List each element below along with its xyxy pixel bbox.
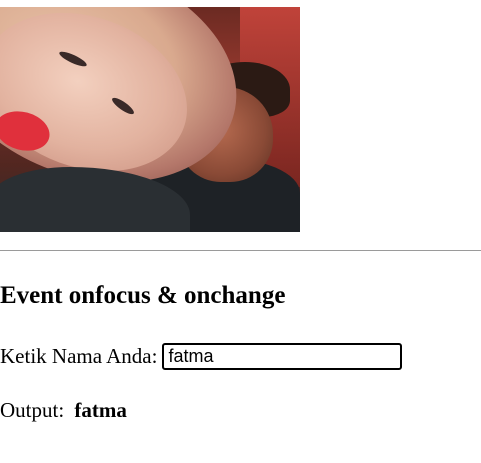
name-input-row: Ketik Nama Anda:: [0, 340, 403, 373]
horizontal-rule: [0, 250, 481, 251]
name-input-label: Ketik Nama Anda:: [0, 344, 158, 368]
photo: [0, 7, 300, 232]
output-value: fatma: [74, 398, 127, 422]
output-label: Output:: [0, 398, 65, 422]
name-input[interactable]: [162, 343, 403, 370]
output-row: Output: fatma: [0, 396, 127, 424]
page-heading: Event onfocus & onchange: [0, 282, 286, 309]
